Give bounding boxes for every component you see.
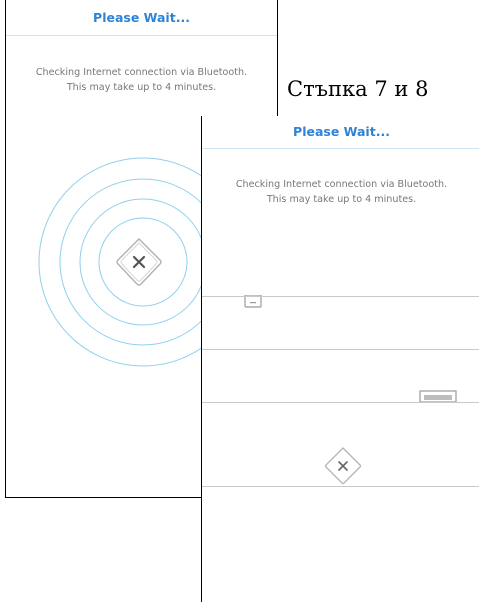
status-message: Checking Internet connection via Bluetoo… bbox=[6, 65, 277, 95]
phone-screen-step-8: Please Wait... Checking Internet connect… bbox=[201, 116, 479, 602]
panel-divider bbox=[202, 349, 479, 350]
status-message-line-1: Checking Internet connection via Bluetoo… bbox=[235, 179, 448, 190]
router-top-icon bbox=[244, 295, 262, 308]
laptop-icon bbox=[419, 390, 457, 402]
page-title: Please Wait... bbox=[93, 10, 190, 25]
status-message: Checking Internet connection via Bluetoo… bbox=[202, 177, 479, 207]
panel-divider bbox=[202, 296, 479, 297]
step-caption: Стъпка 7 и 8 bbox=[287, 77, 429, 101]
status-message-line-1: Checking Internet connection via Bluetoo… bbox=[35, 67, 248, 78]
router-x-icon bbox=[116, 238, 162, 286]
panel-divider bbox=[202, 486, 479, 487]
page-title: Please Wait... bbox=[293, 124, 390, 139]
title-divider bbox=[6, 35, 277, 36]
status-message-line-2: This may take up to 4 minutes. bbox=[66, 82, 217, 93]
title-divider bbox=[202, 148, 479, 149]
panel-divider bbox=[202, 402, 479, 403]
router-x-icon bbox=[324, 447, 362, 485]
status-message-line-2: This may take up to 4 minutes. bbox=[266, 194, 417, 205]
